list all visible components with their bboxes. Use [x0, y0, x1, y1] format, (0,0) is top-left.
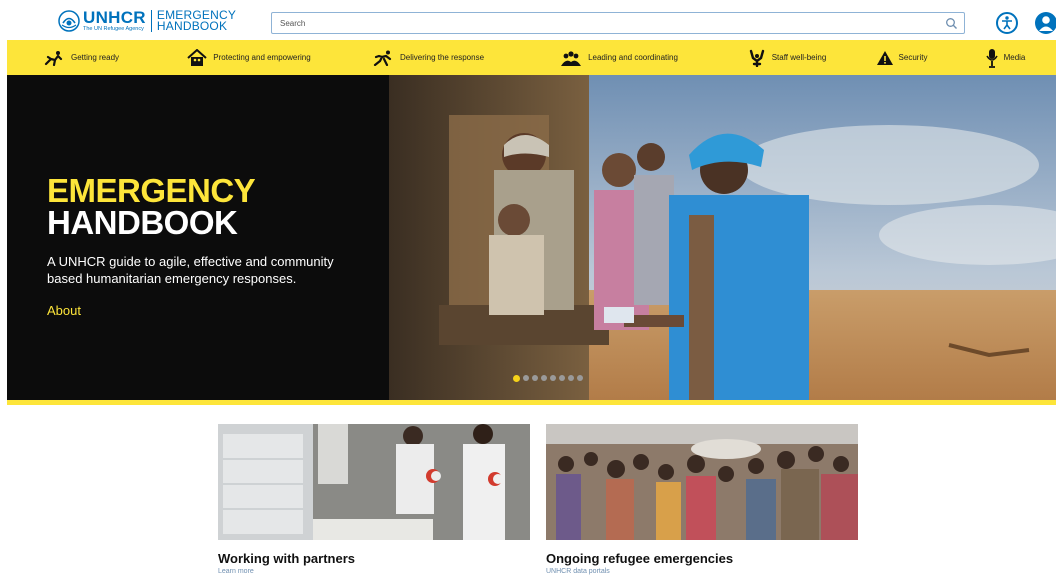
main-navigation: Getting ready Protecting and empowering …: [7, 40, 1056, 75]
card-image-partners[interactable]: [218, 424, 530, 540]
nav-item-delivering[interactable]: Delivering the response: [343, 40, 513, 75]
logo-divider: [150, 10, 152, 32]
running-person-icon: [373, 50, 392, 66]
site-header: UNHCR The UN Refugee Agency EMERGENCY HA…: [0, 0, 1056, 40]
user-account-icon[interactable]: [1035, 12, 1056, 34]
nav-label: Security: [898, 53, 928, 62]
nav-label: Protecting and empowering: [213, 53, 311, 62]
group-people-icon: [561, 50, 582, 66]
carousel-dot[interactable]: [550, 375, 556, 381]
card-title[interactable]: Ongoing refugee emergencies: [546, 551, 858, 566]
card-title[interactable]: Working with partners: [218, 551, 530, 566]
carousel-dot[interactable]: [568, 375, 574, 381]
logo-title-line2: HANDBOOK: [156, 19, 228, 33]
search-box: [271, 12, 965, 34]
card-image-emergencies[interactable]: [546, 424, 858, 540]
search-icon[interactable]: [945, 17, 958, 30]
hero-accent-bar: [7, 400, 1056, 405]
about-link[interactable]: About: [47, 303, 81, 318]
nav-item-getting-ready[interactable]: Getting ready: [7, 40, 155, 75]
hero-description: A UNHCR guide to agile, effective and co…: [47, 254, 334, 286]
nav-item-leading[interactable]: Leading and coordinating: [513, 40, 725, 75]
nav-label: Getting ready: [70, 53, 120, 62]
unhcr-emblem-icon: [58, 10, 80, 32]
raised-hands-icon: [749, 49, 764, 67]
nav-label: Media: [1003, 53, 1026, 62]
nav-item-protecting[interactable]: Protecting and empowering: [155, 40, 343, 75]
nav-label: Leading and coordinating: [588, 53, 678, 62]
carousel-dots: [513, 375, 583, 382]
logo-unhcr-text: UNHCR: [83, 8, 146, 28]
carousel-dot[interactable]: [559, 375, 565, 381]
nav-label: Delivering the response: [399, 53, 485, 62]
hero-banner: EMERGENCY HANDBOOK A UNHCR guide to agil…: [7, 75, 1056, 400]
nav-item-media[interactable]: Media: [955, 40, 1056, 75]
nav-label: Staff well-being: [771, 53, 827, 62]
unhcr-logo[interactable]: UNHCR The UN Refugee Agency EMERGENCY HA…: [58, 8, 236, 34]
card-subtitle[interactable]: Learn more: [218, 568, 530, 575]
family-shelter-icon: [187, 48, 207, 66]
nav-item-staff-well-being[interactable]: Staff well-being: [725, 40, 849, 75]
card-working-with-partners[interactable]: Working with partners Learn more: [218, 424, 530, 575]
logo-agency-text: The UN Refugee Agency: [83, 26, 144, 33]
carousel-dot[interactable]: [541, 375, 547, 381]
carousel-dot[interactable]: [577, 375, 583, 381]
carousel-dot[interactable]: [532, 375, 538, 381]
search-input[interactable]: [272, 13, 912, 34]
runner-start-icon: [44, 50, 63, 66]
hero-text-block: EMERGENCY HANDBOOK A UNHCR guide to agil…: [47, 172, 367, 320]
accessibility-icon[interactable]: [996, 12, 1018, 34]
nav-item-security[interactable]: Security: [849, 40, 955, 75]
hero-title-line2: HANDBOOK: [47, 204, 238, 241]
microphone-icon: [985, 48, 998, 68]
hero-title-line1: EMERGENCY: [47, 172, 256, 209]
carousel-dot[interactable]: [513, 375, 520, 382]
page: UNHCR The UN Refugee Agency EMERGENCY HA…: [0, 0, 1056, 577]
hero-photo[interactable]: [389, 75, 1056, 400]
warning-triangle-icon: [876, 50, 893, 65]
card-ongoing-emergencies[interactable]: Ongoing refugee emergencies UNHCR data p…: [546, 424, 858, 575]
carousel-dot[interactable]: [523, 375, 529, 381]
card-subtitle[interactable]: UNHCR data portals: [546, 568, 858, 575]
